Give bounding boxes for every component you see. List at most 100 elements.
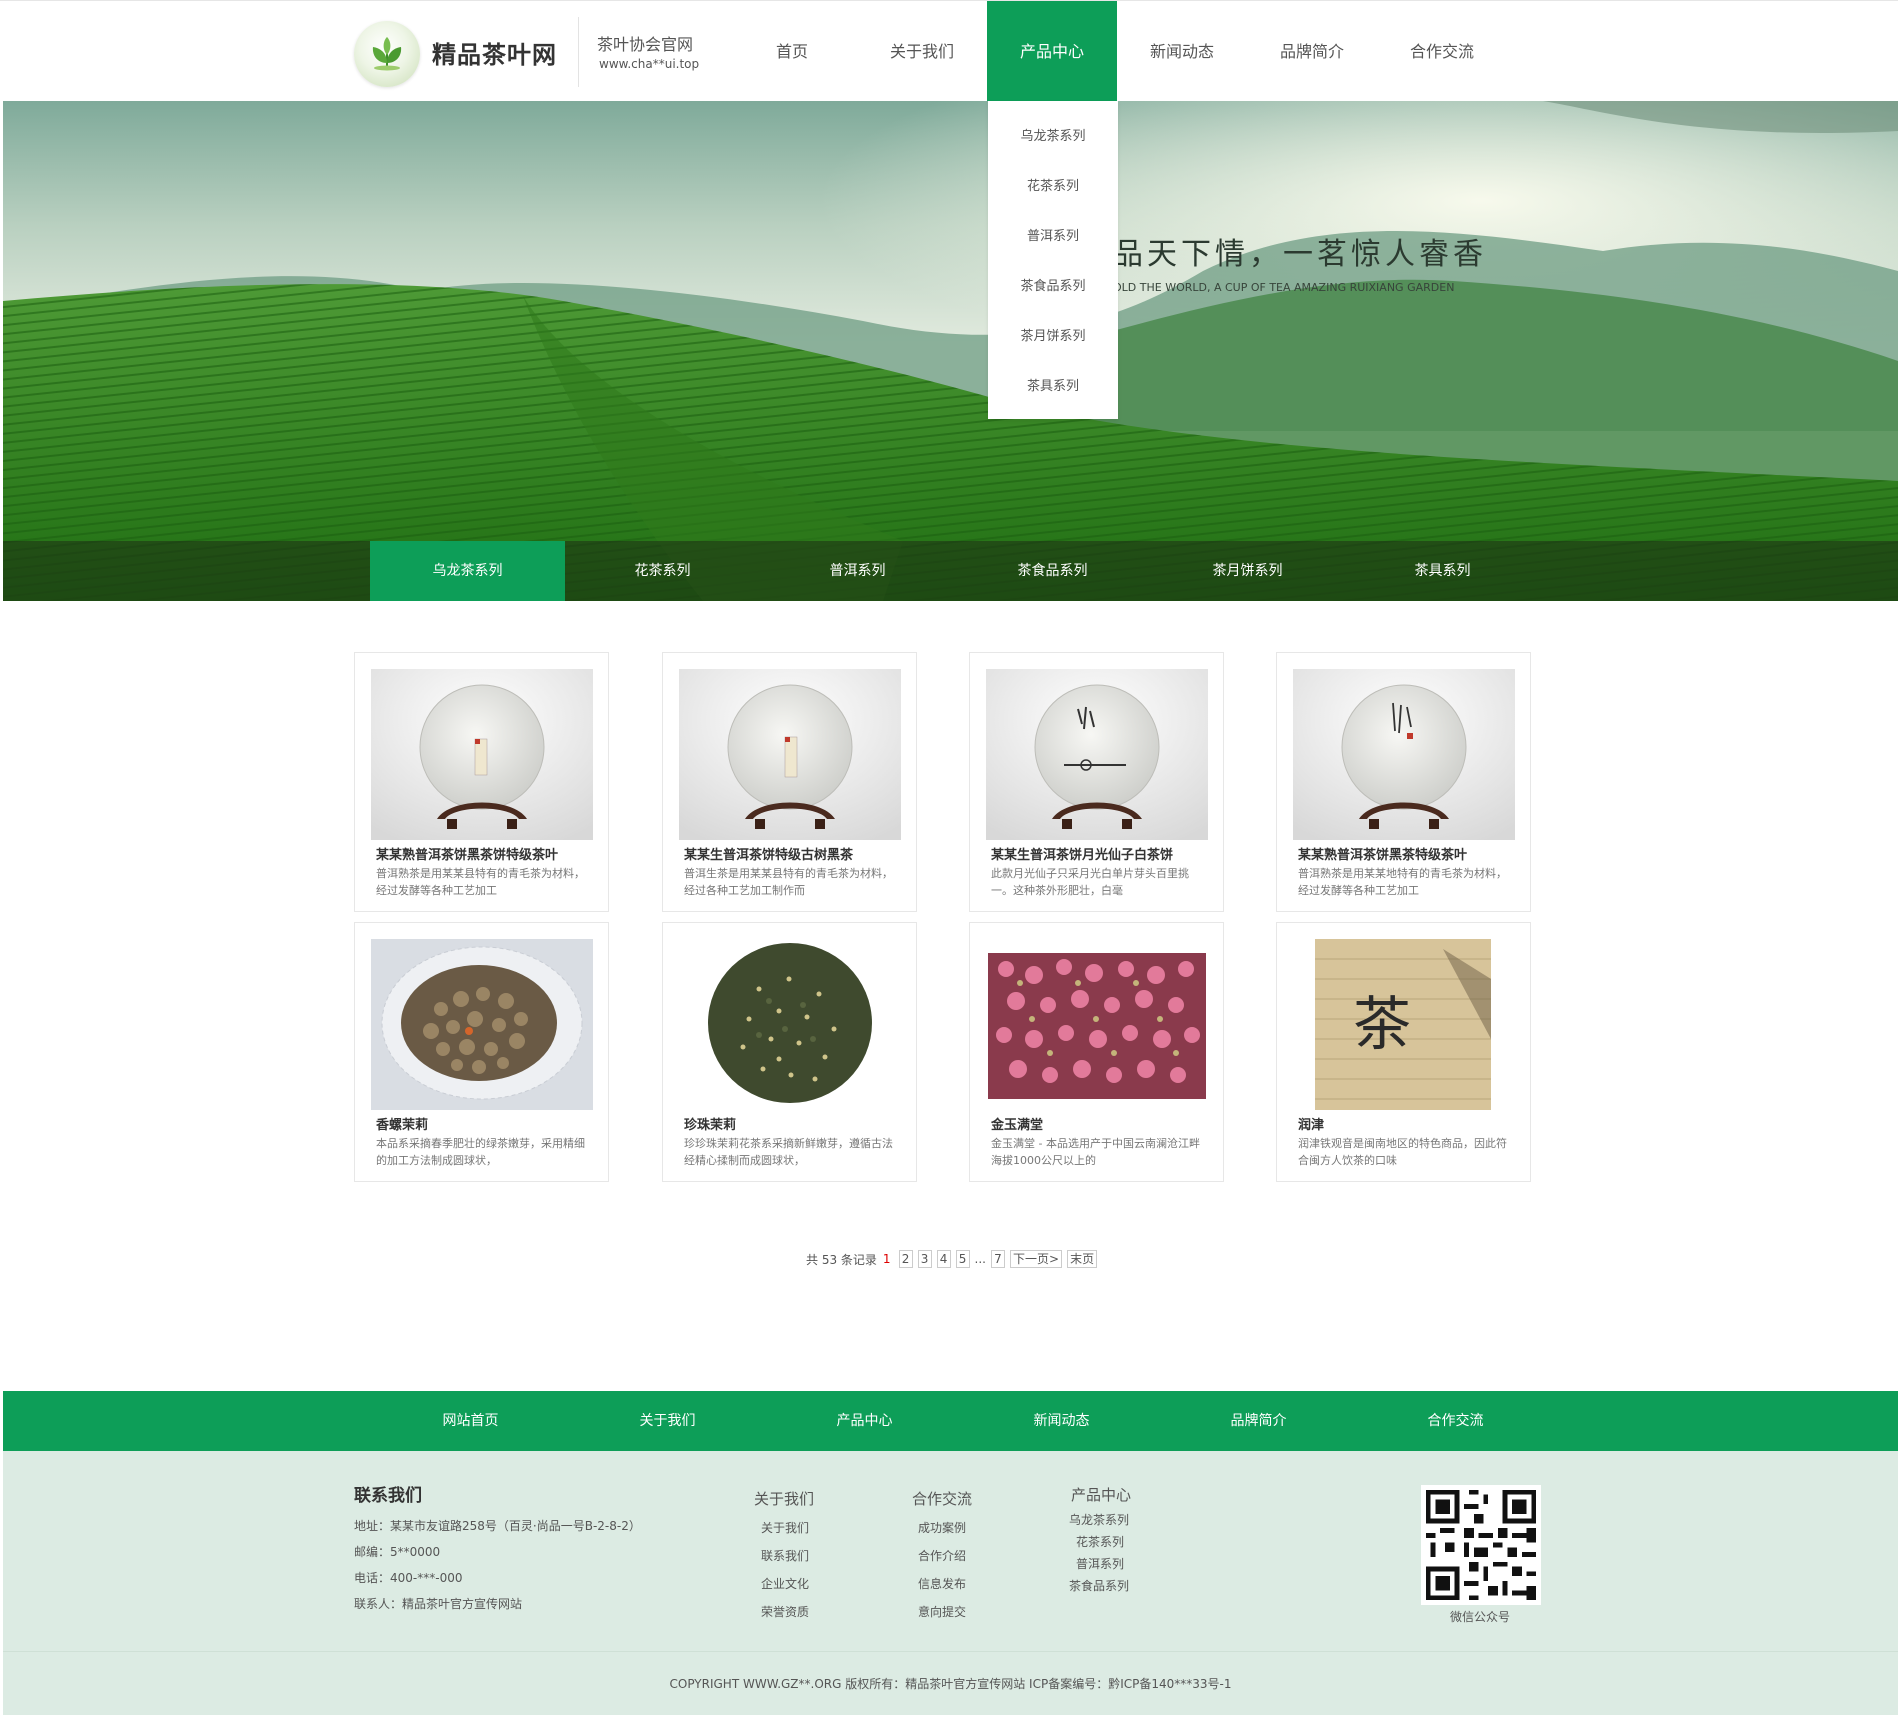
nav-about[interactable]: 关于我们 [857,1,987,102]
jasmine-pearl-tea-image [679,939,901,1110]
product-desc: 本品系采摘春季肥壮的绿茶嫩芽，采用精细的加工方法制成圆球状， [376,1137,585,1167]
banner-slogan-en: OLD THE WORLD, A CUP OF TEA AMAZING RUIX… [1113,281,1455,294]
product-card[interactable]: 茶 润津 润津铁观音是闽南地区的特色商品，因此符合闽方人饮茶的口味 [1276,922,1531,1182]
nav-news[interactable]: 新闻动态 [1117,1,1247,102]
product-desc: 润津铁观音是闽南地区的特色商品，因此符合闽方人饮茶的口味 [1298,1137,1507,1167]
tea-cake-image [1293,669,1515,840]
footer-nav-home[interactable]: 网站首页 [372,1391,569,1451]
pagination-page[interactable]: 4 [936,1250,951,1268]
nav-brand[interactable]: 品牌简介 [1247,1,1377,102]
pagination-page[interactable]: 2 [898,1250,913,1268]
footer-link[interactable]: 企业文化 [761,1575,809,1592]
footer-link[interactable]: 联系我们 [761,1547,809,1564]
footer-col-cooperation-title[interactable]: 合作交流 [912,1488,972,1509]
footer-link[interactable]: 关于我们 [761,1519,809,1536]
footer-link[interactable]: 茶食品系列 [1069,1577,1129,1594]
main-nav: 首页 关于我们 产品中心 新闻动态 品牌简介 合作交流 [727,1,1507,102]
tea-cake-image [371,669,593,840]
product-desc: 普洱熟茶是用某某地特有的青毛茶为材料，经过发酵等各种工艺加工 [1298,867,1507,897]
footer-col-products-title[interactable]: 产品中心 [1071,1484,1131,1505]
product-card[interactable]: 某某熟普洱茶饼黑茶饼特级茶叶 普洱熟茶是用某某县特有的青毛茶为材料，经过发酵等各… [354,652,609,912]
footer-nav: 网站首页 关于我们 产品中心 新闻动态 品牌简介 合作交流 [3,1391,1898,1451]
tea-plantation-image [3,101,1898,601]
products-dropdown-menu: 乌龙茶系列 花茶系列 普洱系列 茶食品系列 茶月饼系列 茶具系列 [988,101,1118,419]
footer-nav-products[interactable]: 产品中心 [766,1391,963,1451]
footer-col-about-title[interactable]: 关于我们 [754,1488,814,1509]
wechat-qr-code [1421,1485,1541,1605]
category-tab-teaware[interactable]: 茶具系列 [1345,541,1540,601]
footer-link[interactable]: 意向提交 [918,1603,966,1620]
product-title[interactable]: 润津 [1298,1114,1518,1133]
pagination-page[interactable]: 5 [955,1250,970,1268]
copyright-text: COPYRIGHT WWW.GZ**.ORG 版权所有：精品茶叶官方宣传网站 I… [669,1677,1232,1691]
product-title[interactable]: 某某熟普洱茶饼黑茶饼特级茶叶 [376,844,596,863]
dropdown-item-oolong[interactable]: 乌龙茶系列 [988,101,1118,151]
jasmine-spiral-tea-image [371,939,593,1110]
product-card[interactable]: 珍珠茉莉 珍珍珠茉莉花茶系采摘新鲜嫩芽，遵循古法经精心揉制而成圆球状， [662,922,917,1182]
category-tab-flower[interactable]: 花茶系列 [565,541,760,601]
dropdown-item-tea-food[interactable]: 茶食品系列 [988,251,1118,301]
site-name[interactable]: 精品茶叶网 [432,35,557,70]
contact-person: 联系人：精品茶叶官方宣传网站 [354,1597,523,1611]
pagination-total: 共 53 条记录 [806,1252,877,1267]
product-title[interactable]: 金玉满堂 [991,1114,1211,1133]
footer-nav-about[interactable]: 关于我们 [569,1391,766,1451]
footer-link[interactable]: 花茶系列 [1076,1533,1124,1550]
footer-nav-news[interactable]: 新闻动态 [963,1391,1160,1451]
rose-bud-tea-image [986,939,1208,1110]
footer-link[interactable]: 乌龙茶系列 [1069,1511,1129,1528]
product-desc: 此款月光仙子只采月光白单片芽头百里挑一。这种茶外形肥壮，白毫 [991,867,1189,897]
category-tab-puer[interactable]: 普洱系列 [760,541,955,601]
footer-link[interactable]: 荣誉资质 [761,1603,809,1620]
footer-link[interactable]: 成功案例 [918,1519,966,1536]
footer-nav-cooperation[interactable]: 合作交流 [1357,1391,1554,1451]
product-card[interactable]: 香螺茉莉 本品系采摘春季肥壮的绿茶嫩芽，采用精细的加工方法制成圆球状， [354,922,609,1182]
dropdown-item-puer[interactable]: 普洱系列 [988,201,1118,251]
footer-nav-brand[interactable]: 品牌简介 [1160,1391,1357,1451]
footer-link[interactable]: 信息发布 [918,1575,966,1592]
tea-cake-image [679,669,901,840]
product-card[interactable]: 金玉满堂 金玉满堂 - 本品选用产于中国云南澜沧江畔海拔1000公尺以上的 [969,922,1224,1182]
product-card[interactable]: 某某生普洱茶饼月光仙子白茶饼 此款月光仙子只采月光白单片芽头百里挑一。这种茶外形… [969,652,1224,912]
pagination-ellipsis: ... [974,1252,986,1266]
category-tabs: 乌龙茶系列 花茶系列 普洱系列 茶食品系列 茶月饼系列 茶具系列 [370,541,1540,601]
pagination-end[interactable]: 末页 [1067,1250,1098,1268]
product-title[interactable]: 某某生普洱茶饼月光仙子白茶饼 [991,844,1211,863]
category-tab-oolong[interactable]: 乌龙茶系列 [370,541,565,601]
tea-box-image: 茶 [1293,939,1515,1110]
pagination-next[interactable]: 下一页> [1010,1250,1063,1268]
site-footer: 联系我们 地址：某某市友谊路258号（百灵·尚品一号B-2-8-2） 邮编：5*… [3,1451,1898,1651]
pagination-page[interactable]: 3 [917,1250,932,1268]
leaf-logo-icon[interactable] [354,21,420,87]
banner-slogan: 品天下情，一茗惊人睿香 [1113,237,1487,272]
tea-cake-image [986,669,1208,840]
association-url: www.cha**ui.top [599,57,700,71]
product-card[interactable]: 某某生普洱茶饼特级古树黑茶 普洱生茶是用某某县特有的青毛茶为材料，经过各种工艺加… [662,652,917,912]
hero-banner: 品天下情，一茗惊人睿香 OLD THE WORLD, A CUP OF TEA … [3,101,1898,601]
product-desc: 金玉满堂 - 本品选用产于中国云南澜沧江畔海拔1000公尺以上的 [991,1137,1200,1167]
product-desc: 普洱熟茶是用某某县特有的青毛茶为材料，经过发酵等各种工艺加工 [376,867,585,897]
footer-link[interactable]: 普洱系列 [1076,1555,1124,1572]
nav-home[interactable]: 首页 [727,1,857,102]
qr-label: 微信公众号 [1450,1610,1511,1624]
category-tab-mooncake[interactable]: 茶月饼系列 [1150,541,1345,601]
copyright-bar: COPYRIGHT WWW.GZ**.ORG 版权所有：精品茶叶官方宣传网站 I… [3,1651,1898,1715]
product-title[interactable]: 珍珠茉莉 [684,1114,904,1133]
contact-address: 地址：某某市友谊路258号（百灵·尚品一号B-2-8-2） [354,1519,641,1533]
category-tab-tea-food[interactable]: 茶食品系列 [955,541,1150,601]
nav-cooperation[interactable]: 合作交流 [1377,1,1507,102]
product-desc: 普洱生茶是用某某县特有的青毛茶为材料，经过各种工艺加工制作而 [684,867,893,897]
pagination-last-page[interactable]: 7 [991,1250,1005,1268]
dropdown-item-flower[interactable]: 花茶系列 [988,151,1118,201]
product-title[interactable]: 某某生普洱茶饼特级古树黑茶 [684,844,904,863]
product-title[interactable]: 某某熟普洱茶饼黑茶特级茶叶 [1298,844,1518,863]
footer-link[interactable]: 合作介绍 [918,1547,966,1564]
product-card[interactable]: 某某熟普洱茶饼黑茶特级茶叶 普洱熟茶是用某某地特有的青毛茶为材料，经过发酵等各种… [1276,652,1531,912]
dropdown-item-mooncake[interactable]: 茶月饼系列 [988,301,1118,351]
contact-postcode: 邮编：5**0000 [354,1545,441,1559]
nav-products[interactable]: 产品中心 [987,1,1117,102]
dropdown-item-teaware[interactable]: 茶具系列 [988,351,1118,401]
contact-phone: 电话：400-***-000 [354,1571,463,1585]
product-title[interactable]: 香螺茉莉 [376,1114,596,1133]
product-desc: 珍珍珠茉莉花茶系采摘新鲜嫩芽，遵循古法经精心揉制而成圆球状， [684,1137,893,1167]
